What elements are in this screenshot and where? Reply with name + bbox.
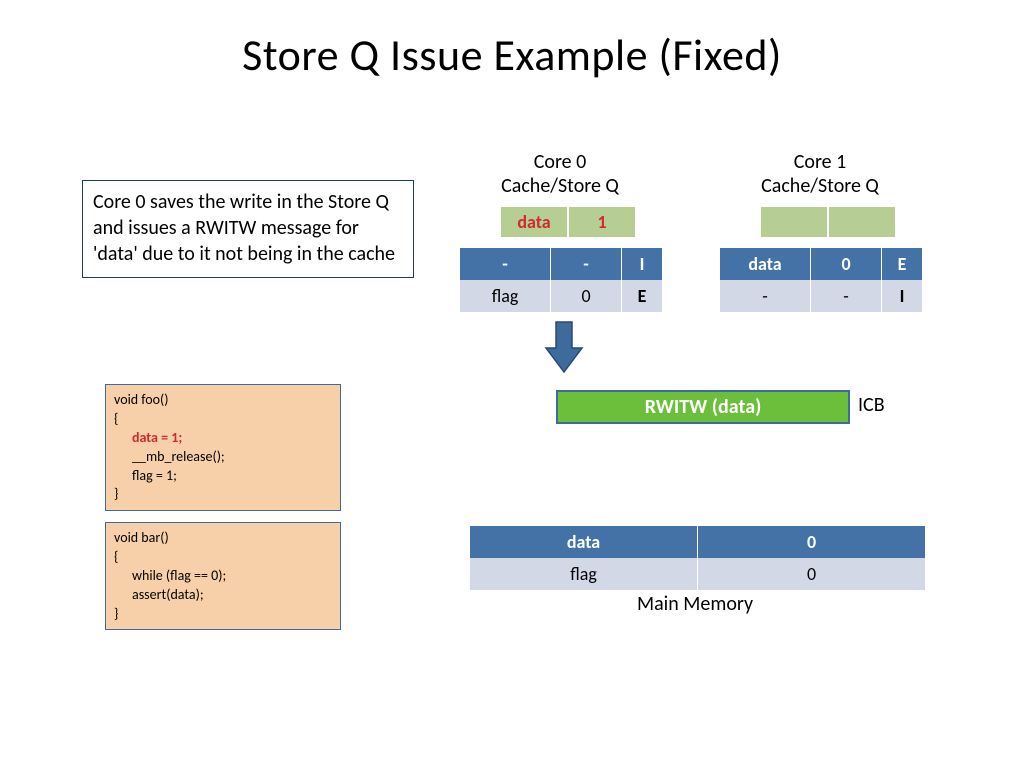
foo-l1: data = 1; xyxy=(114,429,332,448)
down-arrow-icon xyxy=(544,320,584,376)
core0-storeq-row: data 1 xyxy=(500,206,636,238)
bar-sig: void bar() xyxy=(114,529,169,546)
core0-cache-r1-state: E xyxy=(622,280,663,312)
core1-storeq-val xyxy=(828,206,896,238)
core1-storeq-row xyxy=(760,206,896,238)
foo-l2: __mb_release(); xyxy=(114,448,332,467)
core1-cache-r1-addr: - xyxy=(720,280,811,312)
core1-label-line2: Cache/Store Q xyxy=(761,174,879,198)
mem-r0-val: 0 xyxy=(698,526,926,558)
foo-open: { xyxy=(114,410,118,427)
slide-title: Store Q Issue Example (Fixed) xyxy=(0,28,1024,82)
mem-r1-val: 0 xyxy=(698,558,926,590)
core0-cache-r1-addr: flag xyxy=(460,280,551,312)
rwitw-message-box: RWITW (data) xyxy=(556,390,850,424)
mem-r1-addr: flag xyxy=(470,558,698,590)
foo-close: } xyxy=(114,485,118,502)
core0-label: Core 0 Cache/Store Q xyxy=(460,150,660,198)
foo-l3: flag = 1; xyxy=(114,467,332,486)
core0-storeq-val: 1 xyxy=(568,206,636,238)
core1-storeq-key xyxy=(760,206,828,238)
main-memory-table: data 0 flag 0 xyxy=(470,526,925,590)
core0-label-line1: Core 0 xyxy=(534,150,587,174)
core1-label-line1: Core 1 xyxy=(794,150,847,174)
bar-l2: assert(data); xyxy=(114,586,332,605)
main-memory-label: Main Memory xyxy=(470,592,920,616)
foo-sig: void foo() xyxy=(114,391,169,408)
core1-cache-r0-addr: data xyxy=(720,248,811,280)
core0-storeq-key: data xyxy=(500,206,568,238)
core1-cache-r0-val: 0 xyxy=(811,248,882,280)
code-box-foo: void foo() { data = 1; __mb_release(); f… xyxy=(105,384,341,511)
bar-open: { xyxy=(114,548,118,565)
core0-cache-r1-val: 0 xyxy=(551,280,622,312)
core1-cache-r1-state: I xyxy=(882,280,923,312)
code-box-bar: void bar() { while (flag == 0); assert(d… xyxy=(105,522,341,630)
explanation-box: Core 0 saves the write in the Store Q an… xyxy=(82,180,414,278)
bar-l1: while (flag == 0); xyxy=(114,567,332,586)
core1-cache-table: data 0 E - - I xyxy=(720,248,922,312)
core0-cache-r0-state: I xyxy=(622,248,663,280)
core1-cache-r0-state: E xyxy=(882,248,923,280)
core0-cache-r0-val: - xyxy=(551,248,622,280)
bar-close: } xyxy=(114,605,118,622)
core0-cache-table: - - I flag 0 E xyxy=(460,248,662,312)
mem-r0-addr: data xyxy=(470,526,698,558)
core0-cache-r0-addr: - xyxy=(460,248,551,280)
icb-label: ICB xyxy=(858,393,885,417)
core1-label: Core 1 Cache/Store Q xyxy=(720,150,920,198)
core0-label-line2: Cache/Store Q xyxy=(501,174,619,198)
core1-cache-r1-val: - xyxy=(811,280,882,312)
